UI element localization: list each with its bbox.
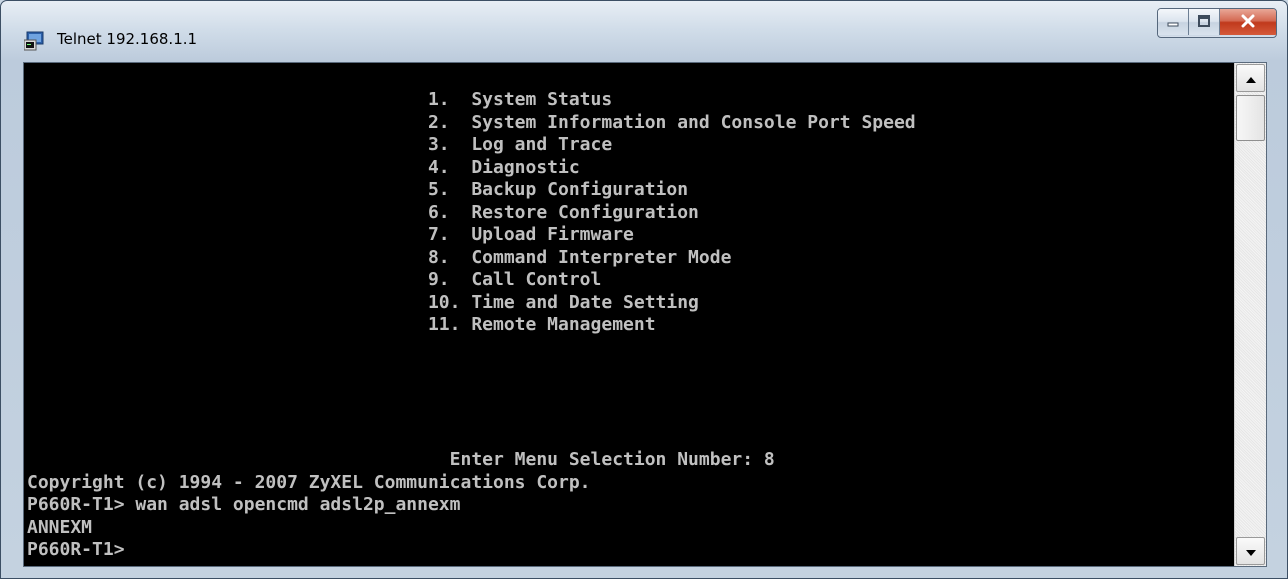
terminal-line: P660R-T1> wan adsl opencmd adsl2p_annexm (27, 494, 461, 515)
terminal-line: Enter Menu Selection Number: 8 (27, 449, 775, 470)
minimize-icon (1166, 13, 1180, 32)
scroll-down-arrow-icon (1245, 542, 1256, 561)
window-controls (1157, 8, 1277, 38)
terminal-line: 5. Backup Configuration (27, 179, 689, 200)
terminal-line: ANNEXM (27, 516, 93, 538)
terminal-line: P660R-T1> (27, 539, 125, 560)
telnet-console-icon (23, 31, 44, 51)
maximize-button[interactable] (1189, 9, 1220, 35)
close-icon (1240, 13, 1256, 32)
close-button[interactable] (1220, 9, 1276, 35)
telnet-window: Telnet 192.168.1.1 1. System Status 2. S… (0, 0, 1288, 579)
scroll-thumb[interactable] (1236, 95, 1265, 141)
title-bar[interactable]: Telnet 192.168.1.1 (1, 1, 1287, 59)
terminal-line: 3. Log and Trace (27, 134, 613, 155)
terminal-console[interactable]: 1. System Status 2. System Information a… (23, 62, 1267, 567)
scroll-up-button[interactable] (1236, 64, 1265, 92)
terminal-line: 4. Diagnostic (27, 156, 580, 178)
terminal-output: 1. System Status 2. System Information a… (24, 63, 1236, 568)
terminal-line: Copyright (c) 1994 - 2007 ZyXEL Communic… (27, 471, 591, 493)
terminal-line: 11. Remote Management (27, 314, 656, 335)
minimize-button[interactable] (1158, 9, 1189, 35)
vertical-scrollbar[interactable] (1234, 63, 1266, 566)
window-title: Telnet 192.168.1.1 (57, 30, 198, 48)
terminal-line: 6. Restore Configuration (27, 201, 699, 223)
scroll-down-button[interactable] (1236, 537, 1265, 565)
scroll-up-arrow-icon (1245, 69, 1256, 88)
terminal-line: 2. System Information and Console Port S… (27, 111, 916, 133)
maximize-icon (1197, 13, 1211, 32)
terminal-line: 1. System Status (27, 89, 613, 110)
terminal-line: 7. Upload Firmware (27, 224, 634, 245)
terminal-line: 9. Call Control (27, 269, 602, 290)
terminal-line: 8. Command Interpreter Mode (27, 246, 732, 268)
terminal-line: 10. Time and Date Setting (27, 291, 699, 313)
